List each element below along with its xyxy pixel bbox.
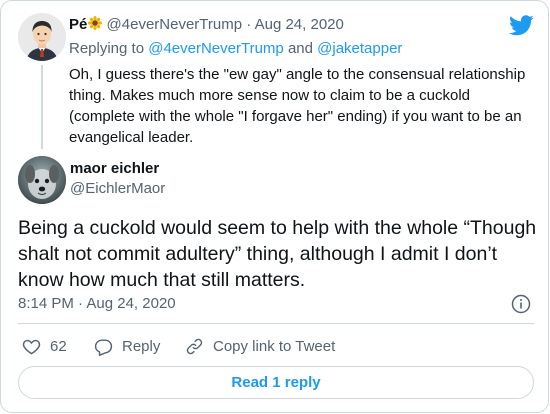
parent-date[interactable]: Aug 24, 2020 bbox=[255, 16, 344, 33]
parent-tweet-header: Pé @4everNeverTrump · Aug 24, 2020 bbox=[69, 15, 344, 35]
twitter-bird-icon[interactable] bbox=[509, 15, 534, 36]
parent-avatar[interactable] bbox=[18, 13, 66, 61]
parent-tweet-text: Oh, I guess there's the "ew gay" angle t… bbox=[69, 66, 526, 146]
timestamp-separator: · bbox=[78, 295, 84, 312]
thread-connector-line bbox=[41, 65, 43, 149]
tweet-time: 8:14 PM bbox=[18, 295, 74, 312]
like-button[interactable]: 62 bbox=[22, 336, 67, 356]
dog-photo-avatar-icon bbox=[18, 156, 66, 204]
reply-label: Reply bbox=[122, 337, 161, 355]
reply-target-link[interactable]: @jaketapper bbox=[317, 40, 402, 57]
reply-target-link[interactable]: @4everNeverTrump bbox=[148, 40, 284, 57]
main-avatar[interactable] bbox=[18, 156, 66, 204]
reply-bubble-icon bbox=[94, 338, 113, 356]
header-separator: · bbox=[246, 16, 252, 33]
cartoon-man-avatar-icon bbox=[18, 13, 66, 61]
link-icon bbox=[186, 338, 203, 354]
reply-joiner: and bbox=[287, 40, 313, 57]
info-icon[interactable] bbox=[511, 294, 531, 314]
reply-button[interactable]: Reply bbox=[94, 336, 160, 356]
copy-link-label: Copy link to Tweet bbox=[213, 337, 336, 355]
replying-to-line: Replying to @4everNeverTrump and @jaketa… bbox=[69, 39, 402, 59]
main-display-name[interactable]: maor eichler bbox=[70, 159, 159, 179]
main-handle[interactable]: @EichlerMaor bbox=[70, 179, 165, 199]
main-tweet-text: Being a cuckold would seem to help with … bbox=[18, 217, 537, 291]
copy-link-button[interactable]: Copy link to Tweet bbox=[185, 336, 335, 356]
tweet-embed-card: Pé @4everNeverTrump · Aug 24, 2020 Reply… bbox=[0, 0, 549, 413]
tweet-timestamp[interactable]: 8:14 PM · Aug 24, 2020 bbox=[18, 294, 176, 314]
read-replies-button[interactable]: Read 1 reply bbox=[18, 366, 534, 399]
sunflower-icon bbox=[88, 16, 103, 30]
like-count: 62 bbox=[50, 337, 67, 355]
tweet-date: Aug 24, 2020 bbox=[86, 295, 176, 312]
heart-icon bbox=[22, 339, 41, 354]
parent-display-name[interactable]: Pé bbox=[69, 16, 87, 33]
parent-handle[interactable]: @4everNeverTrump bbox=[107, 16, 243, 33]
replying-to-prefix: Replying to bbox=[69, 40, 145, 57]
divider bbox=[18, 323, 534, 324]
